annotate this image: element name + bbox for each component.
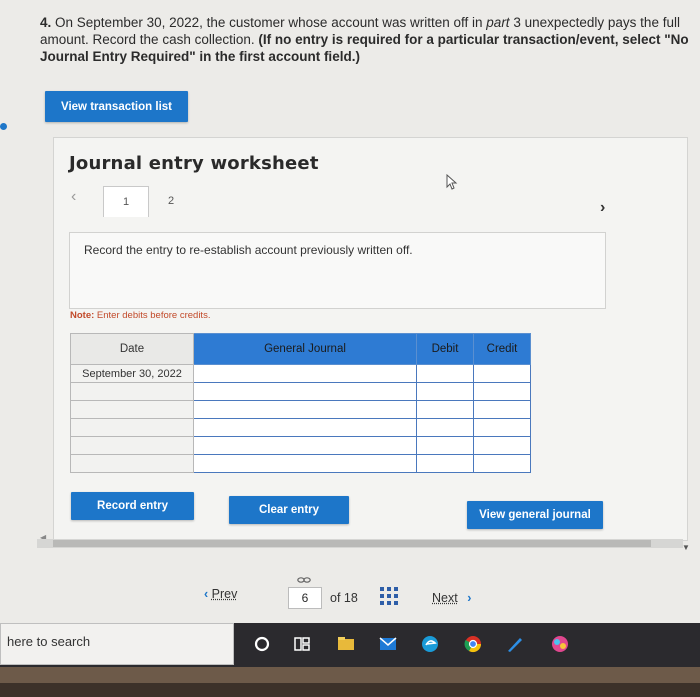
debit-cell[interactable] <box>416 454 474 473</box>
debit-cell[interactable] <box>416 382 474 401</box>
horizontal-scrollbar[interactable] <box>37 539 683 548</box>
question-number: 4. <box>40 15 52 30</box>
date-cell[interactable]: September 30, 2022 <box>70 364 194 383</box>
debit-header: Debit <box>416 333 474 365</box>
instruction-text: Record the entry to re-establish account… <box>84 243 413 257</box>
colorful-app-icon[interactable] <box>550 634 570 654</box>
debit-cell[interactable] <box>416 418 474 437</box>
journal-table: Date General Journal Debit Credit Septem… <box>70 333 531 473</box>
mouse-cursor-icon <box>446 174 458 190</box>
account-cell[interactable] <box>193 454 417 473</box>
current-page: 6 <box>301 591 309 605</box>
mail-icon[interactable] <box>378 634 398 654</box>
table-row: September 30, 2022 <box>70 364 531 383</box>
part-number: 3 <box>513 15 521 30</box>
table-row <box>70 418 531 437</box>
credit-cell[interactable] <box>473 436 531 455</box>
table-row <box>70 436 531 455</box>
debit-cell[interactable] <box>416 364 474 383</box>
search-placeholder: here to search <box>7 634 91 649</box>
question-text: 4. On September 30, 2022, the customer w… <box>40 14 690 65</box>
account-cell[interactable] <box>193 364 417 383</box>
worksheet-title: Journal entry worksheet <box>69 153 319 174</box>
general-journal-header: General Journal <box>193 333 417 365</box>
cortana-icon[interactable] <box>252 634 272 654</box>
account-cell[interactable] <box>193 418 417 437</box>
worksheet-prev-arrow-icon[interactable]: ‹ <box>71 188 76 206</box>
note: Note: Enter debits before credits. <box>70 310 210 321</box>
clear-entry-label: Clear entry <box>258 504 320 516</box>
date-cell[interactable] <box>70 400 194 419</box>
prev-label: Prev <box>211 587 238 601</box>
account-cell[interactable] <box>193 382 417 401</box>
chrome-browser-icon[interactable] <box>463 634 483 654</box>
tab-2-label: 2 <box>167 195 175 207</box>
prev-page-link[interactable]: ‹ Prev <box>204 587 237 601</box>
side-indicator-dot <box>0 123 7 130</box>
chevron-left-icon: ‹ <box>204 587 209 601</box>
journal-entry-worksheet: Journal entry worksheet ‹ 1 2 › Record t… <box>53 137 688 541</box>
credit-cell[interactable] <box>473 454 531 473</box>
pen-app-icon[interactable] <box>505 634 525 654</box>
file-explorer-icon[interactable] <box>336 634 356 654</box>
credit-cell[interactable] <box>473 364 531 383</box>
record-entry-button[interactable]: Record entry <box>71 492 194 520</box>
credit-cell[interactable] <box>473 418 531 437</box>
table-row <box>70 454 531 473</box>
account-cell[interactable] <box>193 436 417 455</box>
instruction-box: Record the entry to re-establish account… <box>69 232 606 309</box>
view-transaction-list-label: View transaction list <box>61 100 172 113</box>
worksheet-next-arrow-icon[interactable]: › <box>600 199 605 217</box>
task-view-icon[interactable] <box>292 634 312 654</box>
note-text: Enter debits before credits. <box>96 310 211 321</box>
chevron-right-icon: › <box>467 591 472 605</box>
date-header: Date <box>70 333 194 365</box>
grid-view-icon[interactable] <box>380 587 398 605</box>
next-page-link[interactable]: Next › <box>432 591 471 605</box>
tab-1[interactable]: 1 <box>103 186 149 217</box>
debit-cell[interactable] <box>416 400 474 419</box>
next-label: Next <box>432 591 458 605</box>
credit-cell[interactable] <box>473 382 531 401</box>
tab-1-label: 1 <box>122 196 130 208</box>
desk-edge <box>0 683 700 697</box>
credit-header: Credit <box>473 333 531 365</box>
date-cell[interactable] <box>70 436 194 455</box>
record-entry-label: Record entry <box>97 500 168 512</box>
date-cell[interactable] <box>70 418 194 437</box>
credit-cell[interactable] <box>473 400 531 419</box>
page-number-input[interactable]: 6 <box>288 587 322 609</box>
part-reference: part <box>486 15 510 30</box>
table-row <box>70 382 531 401</box>
view-general-journal-button[interactable]: View general journal <box>467 501 603 529</box>
date-cell[interactable] <box>70 382 194 401</box>
tab-2[interactable]: 2 <box>149 186 193 216</box>
scroll-right-arrow-icon[interactable]: ▼ <box>682 543 690 552</box>
scrollbar-thumb[interactable] <box>53 540 651 547</box>
account-cell[interactable] <box>193 400 417 419</box>
view-general-journal-label: View general journal <box>479 509 591 521</box>
table-row <box>70 400 531 419</box>
link-icon <box>297 577 311 583</box>
date-cell[interactable] <box>70 454 194 473</box>
view-transaction-list-button[interactable]: View transaction list <box>45 91 188 122</box>
clear-entry-button[interactable]: Clear entry <box>229 496 349 524</box>
question-body-1: On September 30, 2022, the customer whos… <box>55 15 483 30</box>
taskbar-search-input[interactable]: here to search <box>0 623 234 665</box>
page-total: of 18 <box>330 591 358 605</box>
debit-cell[interactable] <box>416 436 474 455</box>
note-label: Note: <box>70 310 95 321</box>
edge-browser-icon[interactable] <box>420 634 440 654</box>
